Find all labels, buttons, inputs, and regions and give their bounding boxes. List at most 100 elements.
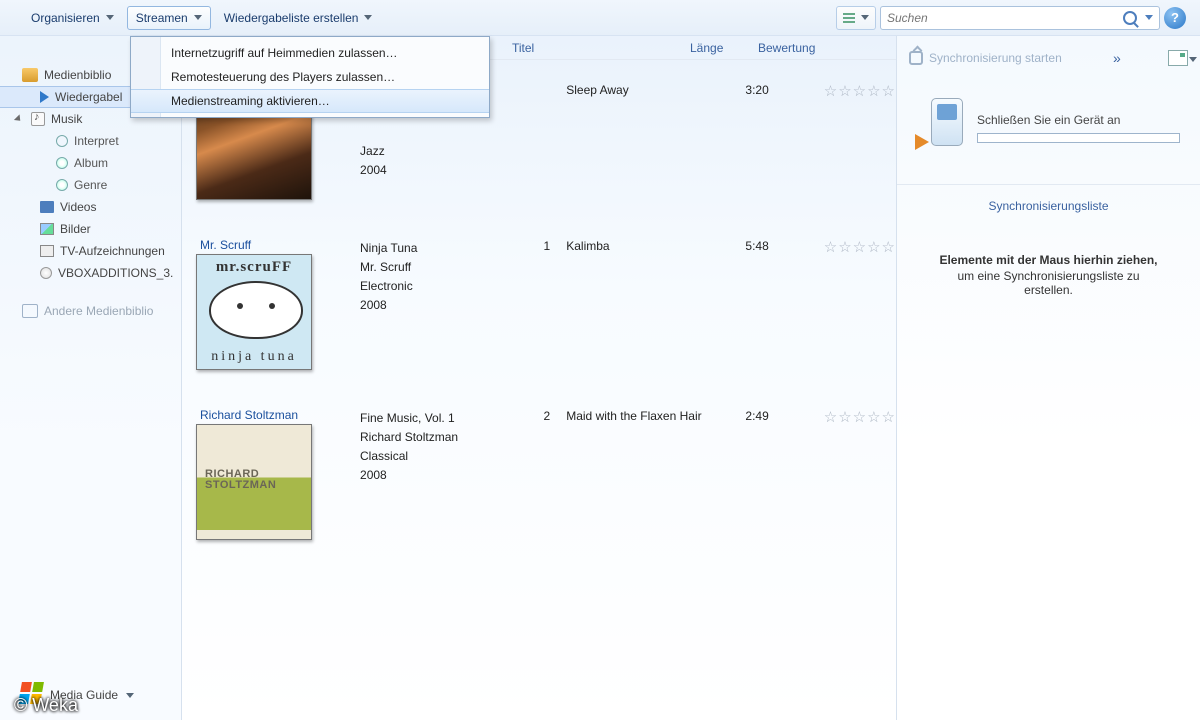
music-icon — [31, 112, 45, 126]
track-title[interactable]: Maid with the Flaxen Hair — [566, 408, 729, 540]
track-number — [532, 82, 550, 200]
sidebar-item-label: Album — [74, 156, 108, 170]
main-content: Titel Länge Bewertung Jazz 2004 Sleep Aw… — [182, 36, 896, 720]
track-title[interactable]: Sleep Away — [566, 82, 729, 200]
sync-start-label: Synchronisierung starten — [929, 51, 1062, 65]
sidebar-item-label: VBOXADDITIONS_3. — [58, 266, 173, 280]
album-row: Mr. Scruff mr.scruFF ninja tuna Ninja Tu… — [184, 230, 896, 400]
pane-options-button[interactable] — [1168, 50, 1188, 66]
library-icon — [22, 68, 38, 82]
sidebar-item-videos[interactable]: Videos — [0, 196, 181, 218]
track-length: 5:48 — [745, 238, 807, 370]
sync-list-title: Synchronisierungsliste — [897, 185, 1200, 213]
chevron-down-icon[interactable] — [1145, 15, 1153, 20]
chevron-down-icon — [194, 15, 202, 20]
stream-label: Streamen — [136, 11, 188, 25]
sidebar-item-album[interactable]: Album — [0, 152, 181, 174]
album-genre: Classical — [360, 447, 516, 466]
chevron-down-icon — [126, 693, 134, 698]
album-cover[interactable]: RICHARDSTOLTZMAN — [196, 424, 312, 540]
stream-button[interactable]: Streamen — [127, 6, 211, 30]
cd-icon — [40, 267, 52, 279]
track-rating[interactable]: ☆☆☆☆☆ — [824, 82, 896, 200]
chevron-down-icon — [861, 15, 869, 20]
connect-device-label: Schließen Sie ein Gerät an — [977, 113, 1180, 127]
sidebar-item-label: Musik — [51, 112, 82, 126]
list-icon — [843, 13, 855, 23]
chevron-down-icon — [364, 15, 372, 20]
track-number: 1 — [532, 238, 550, 370]
device-row: Schließen Sie ein Gerät an — [897, 80, 1200, 185]
track-length: 3:20 — [745, 82, 807, 200]
album-meta: Fine Music, Vol. 1 Richard Stoltzman Cla… — [360, 408, 516, 540]
toolbar: Organisieren Streamen Wiedergabeliste er… — [0, 0, 1200, 36]
cover-text: ninja tuna — [197, 349, 311, 365]
album-artist: Mr. Scruff — [360, 258, 516, 277]
copyright-watermark: © Weka — [14, 695, 78, 716]
album-title: Ninja Tuna — [360, 239, 516, 258]
album-meta: Ninja Tuna Mr. Scruff Electronic 2008 — [360, 238, 516, 370]
network-icon — [22, 304, 38, 318]
track-list: Jazz 2004 Sleep Away 3:20 ☆☆☆☆☆ Mr. Scru… — [182, 60, 896, 720]
column-length[interactable]: Länge — [690, 36, 758, 59]
person-icon — [56, 135, 68, 147]
sidebar-item-label: Andere Medienbiblio — [44, 304, 153, 318]
picture-icon — [40, 223, 54, 235]
menu-item-enable-streaming[interactable]: Medienstreaming aktivieren… — [131, 89, 489, 113]
search-input[interactable] — [887, 11, 1117, 25]
play-icon — [40, 91, 49, 103]
organize-button[interactable]: Organisieren — [22, 6, 123, 30]
artist-link[interactable]: Mr. Scruff — [190, 238, 344, 252]
device-icon — [917, 98, 963, 158]
stream-dropdown: Internetzugriff auf Heimmedien zulassen…… — [130, 36, 490, 118]
create-playlist-button[interactable]: Wiedergabeliste erstellen — [215, 6, 382, 30]
album-artist: Richard Stoltzman — [360, 428, 516, 447]
album-cover[interactable]: mr.scruFF ninja tuna — [196, 254, 312, 370]
tv-icon — [40, 245, 54, 257]
sidebar-item-genre[interactable]: Genre — [0, 174, 181, 196]
track-rating[interactable]: ☆☆☆☆☆ — [824, 408, 896, 540]
sidebar-item-vbox[interactable]: VBOXADDITIONS_3. — [0, 262, 181, 284]
search-box[interactable] — [880, 6, 1160, 30]
album-year: 2004 — [360, 161, 516, 180]
menu-item-remote-control[interactable]: Remotesteuerung des Players zulassen… — [131, 65, 489, 89]
sync-drop-zone[interactable]: Elemente mit der Maus hierhin ziehen, um… — [917, 243, 1180, 690]
disc-icon — [56, 179, 68, 191]
sidebar-item-pictures[interactable]: Bilder — [0, 218, 181, 240]
sidebar-item-label: Interpret — [74, 134, 119, 148]
view-options-button[interactable] — [836, 6, 876, 30]
expander-icon[interactable] — [14, 114, 23, 123]
search-icon[interactable] — [1123, 11, 1137, 25]
sidebar-item-tv[interactable]: TV-Aufzeichnungen — [0, 240, 181, 262]
sidebar-item-label: Wiedergabel — [55, 90, 122, 104]
menu-item-internet-access[interactable]: Internetzugriff auf Heimmedien zulassen… — [131, 41, 489, 65]
sidebar-item-label: Videos — [60, 200, 96, 214]
album-row: Richard Stoltzman RICHARDSTOLTZMAN Fine … — [184, 400, 896, 570]
chevrons-right-icon[interactable]: » — [1113, 50, 1117, 66]
film-icon — [40, 201, 54, 213]
artist-link[interactable]: Richard Stoltzman — [190, 408, 344, 422]
track-length: 2:49 — [745, 408, 807, 540]
column-rating[interactable]: Bewertung — [758, 36, 878, 59]
album-title: Fine Music, Vol. 1 — [360, 409, 516, 428]
sidebar-item-label: Bilder — [60, 222, 91, 236]
chevron-down-icon — [106, 15, 114, 20]
sidebar-item-other-libraries[interactable]: Andere Medienbiblio — [0, 300, 181, 322]
column-title[interactable]: Titel — [512, 36, 690, 59]
album-genre: Electronic — [360, 277, 516, 296]
disc-icon — [56, 157, 68, 169]
track-title[interactable]: Kalimba — [566, 238, 729, 370]
sync-start-button: Synchronisierung starten — [909, 51, 1062, 65]
help-button[interactable]: ? — [1164, 7, 1186, 29]
device-capacity-bar — [977, 133, 1180, 143]
sync-drop-bold: Elemente mit der Maus hierhin ziehen, — [939, 253, 1157, 267]
sidebar-item-label: Medienbiblio — [44, 68, 111, 82]
sidebar-item-label: TV-Aufzeichnungen — [60, 244, 165, 258]
sidebar-item-artist[interactable]: Interpret — [0, 130, 181, 152]
sync-pane: Synchronisierung starten » Schließen Sie… — [896, 36, 1200, 720]
album-year: 2008 — [360, 466, 516, 485]
sync-header: Synchronisierung starten » — [897, 36, 1200, 80]
track-number: 2 — [532, 408, 550, 540]
sync-drop-text: um eine Synchronisierungsliste zu erstel… — [939, 269, 1158, 297]
track-rating[interactable]: ☆☆☆☆☆ — [824, 238, 896, 370]
